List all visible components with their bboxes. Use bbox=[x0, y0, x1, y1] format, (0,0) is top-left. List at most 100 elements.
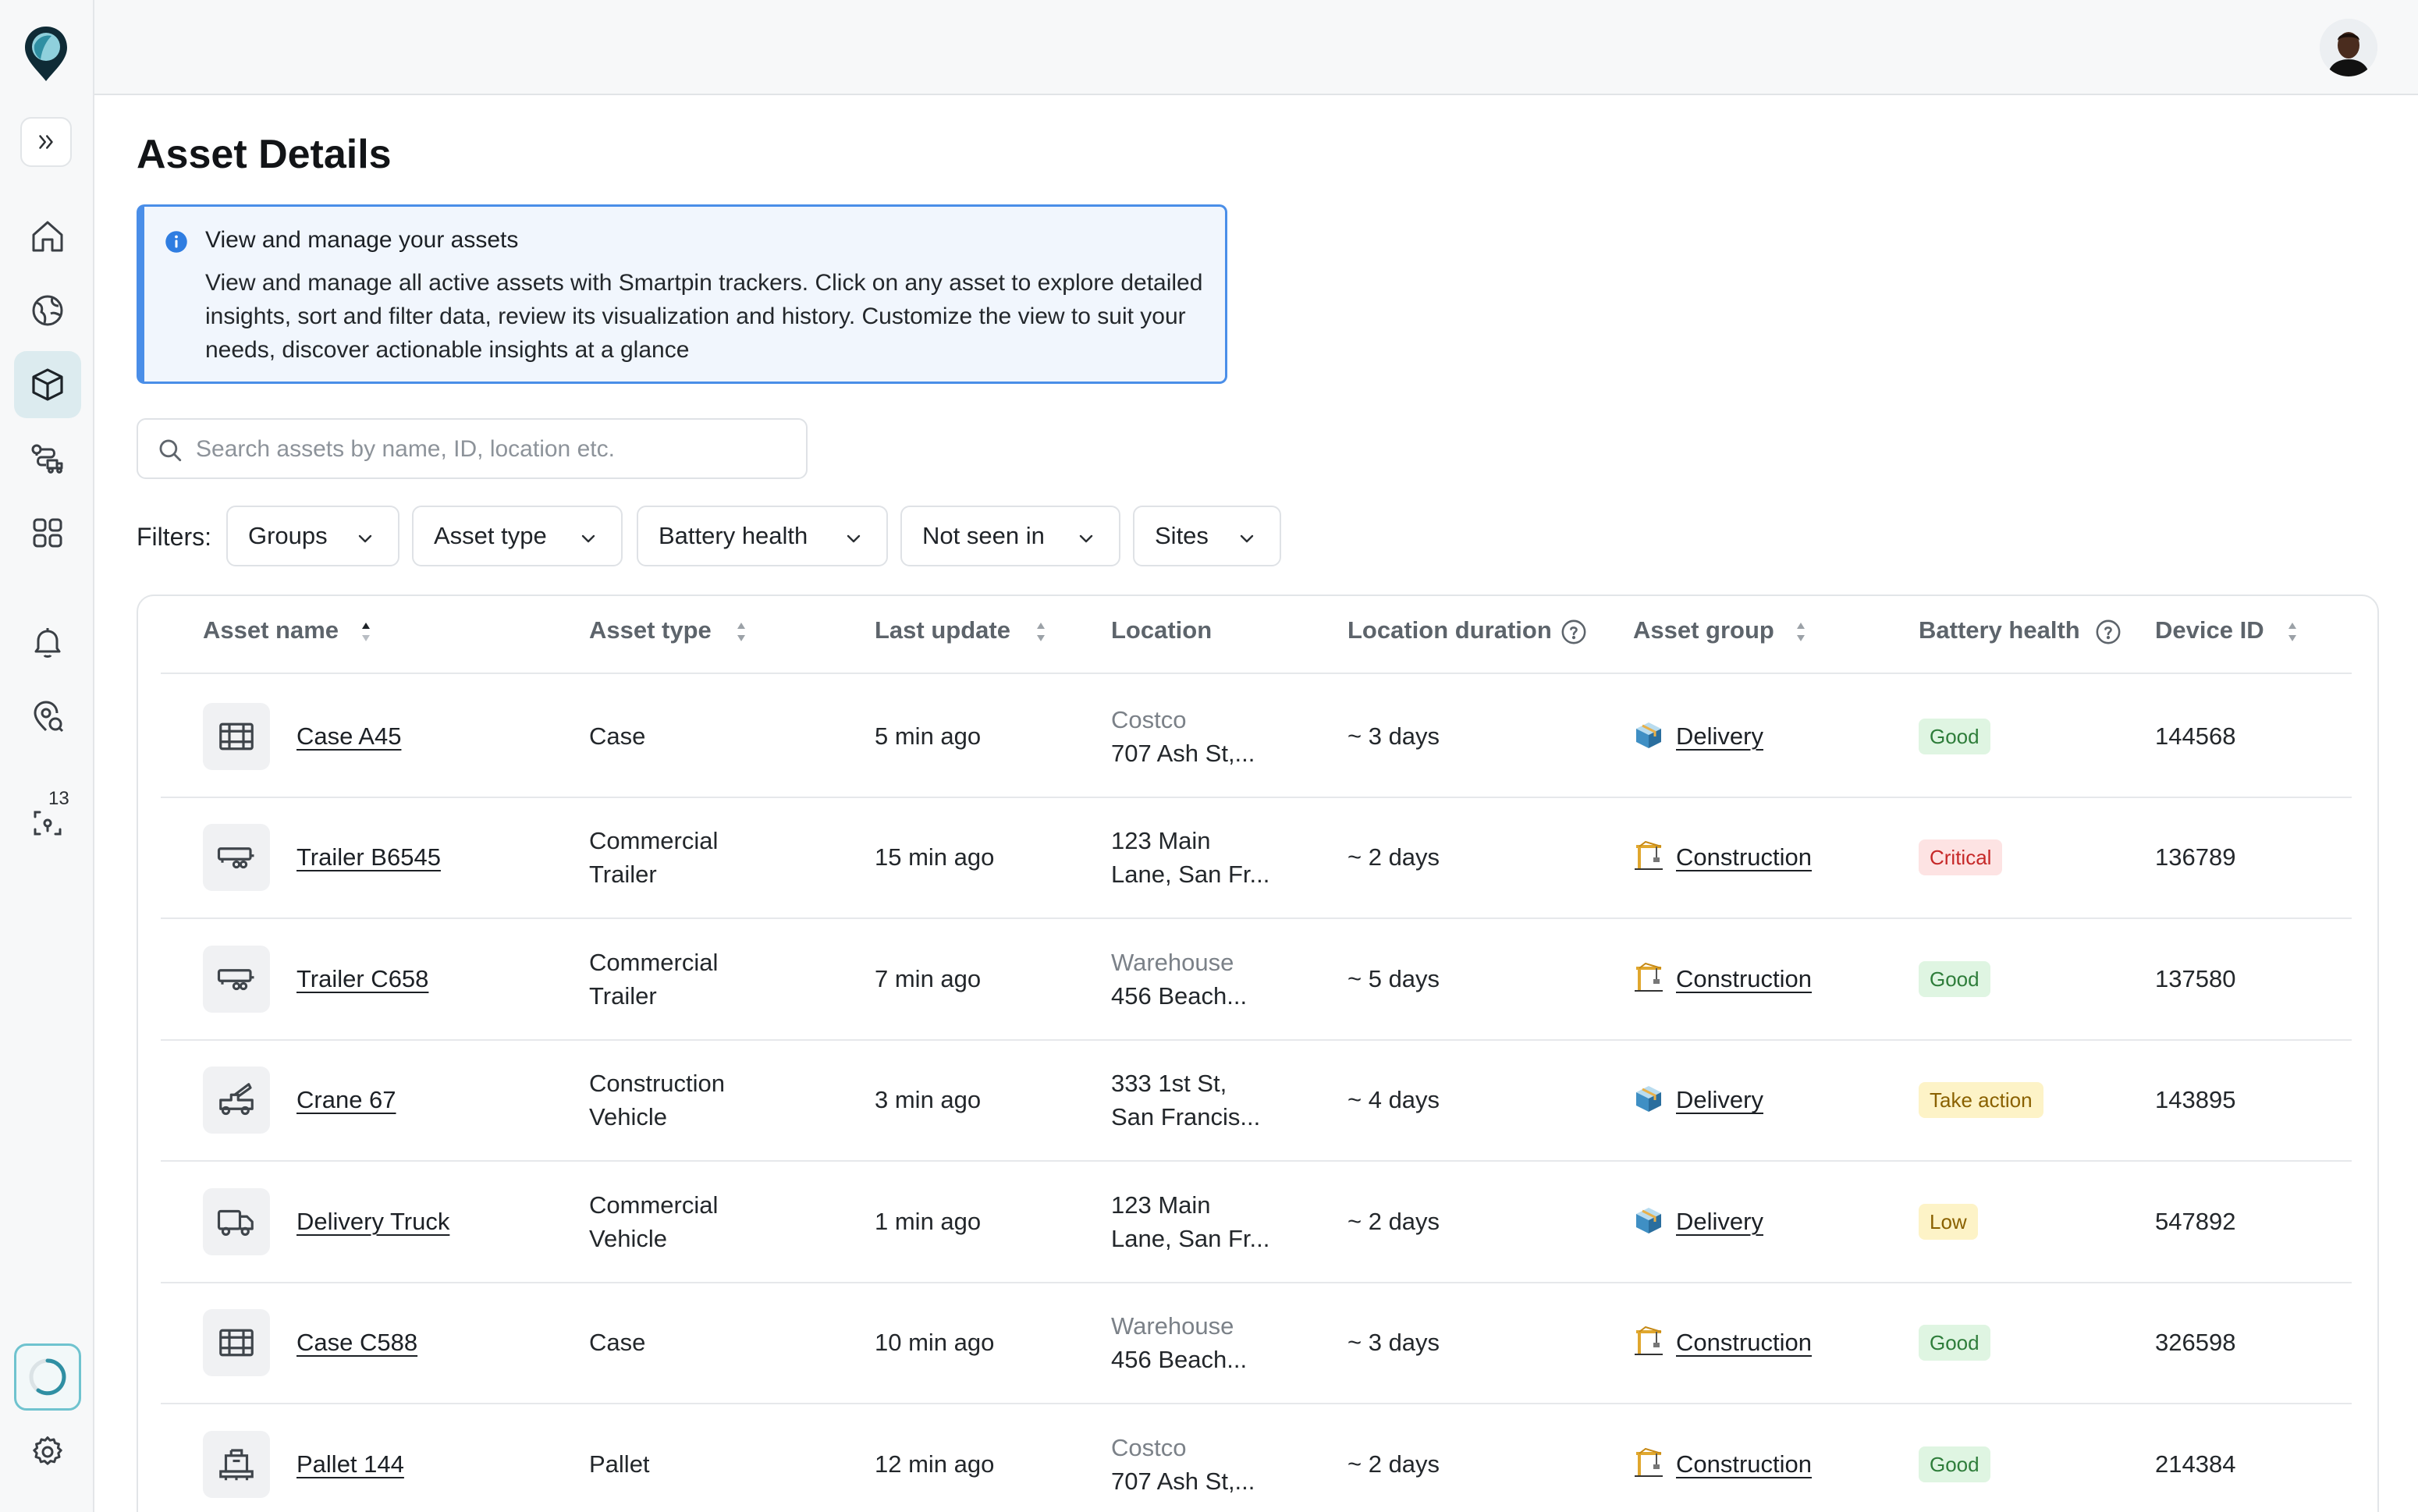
asset-group-link[interactable]: Delivery bbox=[1676, 719, 1763, 753]
column-header-device-id[interactable]: Device ID bbox=[2155, 616, 2264, 644]
search-input[interactable] bbox=[196, 432, 789, 467]
asset-type-line-2: Trailer bbox=[589, 981, 657, 1010]
top-bar bbox=[94, 0, 2418, 95]
nav-assets[interactable] bbox=[14, 351, 81, 418]
nav-location[interactable] bbox=[14, 683, 81, 750]
device-id-cell: 547892 bbox=[2155, 1207, 2236, 1235]
battery-health-badge: Low bbox=[1919, 1203, 1978, 1240]
box-icon bbox=[1633, 1205, 1664, 1236]
device-id-cell: 136789 bbox=[2155, 843, 2236, 871]
asset-type-cell: Case bbox=[589, 1326, 645, 1359]
filter-sites[interactable]: Sites bbox=[1133, 506, 1281, 566]
assets-table bbox=[137, 595, 2379, 1512]
asset-group-link[interactable]: Delivery bbox=[1676, 1083, 1763, 1116]
asset-icon-0 bbox=[203, 702, 270, 770]
last-update-cell: 12 min ago bbox=[875, 1450, 995, 1478]
location-cell: 333 1st St, San Francis... bbox=[1111, 1067, 1260, 1134]
sort-icon[interactable] bbox=[734, 618, 748, 646]
asset-type-line-2: Trailer bbox=[589, 861, 657, 889]
location-line-1: Costco bbox=[1111, 1433, 1187, 1461]
location-cell: Warehouse 456 Beach... bbox=[1111, 946, 1247, 1013]
last-update-cell: 3 min ago bbox=[875, 1086, 982, 1114]
location-line-1: Costco bbox=[1111, 705, 1187, 733]
asset-icon-1 bbox=[203, 824, 270, 892]
trailer-icon bbox=[215, 958, 257, 1000]
asset-type-cell: Commercial Vehicle bbox=[589, 1188, 718, 1255]
filter-not-seen-in[interactable]: Not seen in bbox=[900, 506, 1120, 566]
search-box[interactable] bbox=[137, 418, 808, 479]
asset-name-link[interactable]: Case C588 bbox=[296, 1326, 417, 1359]
asset-name-link[interactable]: Trailer B6545 bbox=[296, 840, 441, 874]
gear-icon bbox=[33, 1436, 62, 1465]
nav-scan[interactable] bbox=[14, 790, 81, 857]
column-header-location-duration[interactable]: Location duration bbox=[1347, 616, 1552, 644]
column-header-asset-group[interactable]: Asset group bbox=[1633, 616, 1774, 644]
case-icon bbox=[215, 715, 257, 758]
location-line-2: Lane, San Fr... bbox=[1111, 861, 1270, 889]
sort-ascending-icon[interactable] bbox=[359, 618, 373, 646]
row-divider bbox=[161, 1160, 2352, 1162]
nav-settings[interactable] bbox=[14, 1418, 81, 1485]
chevron-down-icon bbox=[1240, 534, 1254, 543]
sort-icon[interactable] bbox=[2285, 618, 2299, 646]
asset-name-link[interactable]: Case A45 bbox=[296, 719, 401, 753]
asset-name-link[interactable]: Pallet 144 bbox=[296, 1447, 404, 1481]
column-header-asset-name[interactable]: Asset name bbox=[203, 616, 339, 644]
chevron-down-icon bbox=[847, 534, 861, 543]
location-duration-cell: ~ 2 days bbox=[1347, 1450, 1440, 1478]
asset-group-link[interactable]: Construction bbox=[1676, 840, 1812, 874]
crane-truck-icon bbox=[215, 1079, 257, 1121]
column-header-last-update[interactable]: Last update bbox=[875, 616, 1010, 644]
asset-type-cell: Commercial Trailer bbox=[589, 946, 718, 1013]
location-duration-cell: ~ 5 days bbox=[1347, 964, 1440, 992]
location-cell: Costco 707 Ash St,... bbox=[1111, 1431, 1255, 1498]
asset-name-link[interactable]: Delivery Truck bbox=[296, 1205, 449, 1238]
asset-type-cell: Commercial Trailer bbox=[589, 824, 718, 891]
notification-count: 13 bbox=[48, 788, 69, 809]
asset-type-line-1: Commercial bbox=[589, 948, 719, 976]
location-line-2: 456 Beach... bbox=[1111, 1346, 1248, 1374]
nav-home[interactable] bbox=[14, 203, 81, 270]
asset-group-link[interactable]: Delivery bbox=[1676, 1205, 1763, 1238]
sync-status-button[interactable] bbox=[14, 1343, 81, 1411]
nav-routes[interactable] bbox=[14, 425, 81, 492]
asset-group-link[interactable]: Construction bbox=[1676, 1447, 1812, 1481]
filter-not-seen-in-label: Not seen in bbox=[922, 522, 1045, 549]
nav-apps[interactable] bbox=[14, 499, 81, 566]
asset-name-link[interactable]: Crane 67 bbox=[296, 1083, 396, 1116]
sort-icon[interactable] bbox=[1794, 618, 1808, 646]
asset-type-cell: Pallet bbox=[589, 1447, 650, 1481]
filter-asset-type[interactable]: Asset type bbox=[412, 506, 623, 566]
location-cell: Costco 707 Ash St,... bbox=[1111, 703, 1255, 770]
column-header-location[interactable]: Location bbox=[1111, 616, 1212, 644]
app-logo-icon[interactable] bbox=[23, 25, 69, 83]
column-header-battery-health[interactable]: Battery health bbox=[1919, 616, 2080, 644]
sort-icon[interactable] bbox=[1034, 618, 1048, 646]
help-circle-icon[interactable] bbox=[2095, 619, 2122, 645]
asset-name-link[interactable]: Trailer C658 bbox=[296, 962, 428, 996]
filter-asset-type-label: Asset type bbox=[434, 522, 547, 549]
nav-alerts[interactable] bbox=[14, 609, 81, 676]
asset-icon-6 bbox=[203, 1430, 270, 1498]
filter-groups[interactable]: Groups bbox=[226, 506, 399, 566]
asset-type-cell: Construction Vehicle bbox=[589, 1067, 725, 1134]
expand-sidebar-button[interactable] bbox=[20, 117, 72, 167]
location-duration-cell: ~ 2 days bbox=[1347, 1207, 1440, 1235]
location-cell: Warehouse 456 Beach... bbox=[1111, 1309, 1247, 1376]
filter-battery-health[interactable]: Battery health bbox=[637, 506, 888, 566]
column-header-asset-type[interactable]: Asset type bbox=[589, 616, 712, 644]
last-update-cell: 1 min ago bbox=[875, 1207, 982, 1235]
page-title: Asset Details bbox=[137, 132, 392, 177]
asset-group-link[interactable]: Construction bbox=[1676, 1326, 1812, 1359]
last-update-cell: 15 min ago bbox=[875, 843, 995, 871]
nav-globe[interactable] bbox=[14, 277, 81, 344]
asset-group-link[interactable]: Construction bbox=[1676, 962, 1812, 996]
battery-health-badge: Critical bbox=[1919, 839, 2003, 876]
asset-icon-3 bbox=[203, 1067, 270, 1134]
bell-icon bbox=[34, 628, 61, 658]
last-update-cell: 5 min ago bbox=[875, 722, 982, 750]
grid-icon bbox=[33, 518, 62, 548]
user-avatar[interactable] bbox=[2320, 19, 2377, 76]
cube-icon bbox=[32, 368, 63, 401]
help-circle-icon[interactable] bbox=[1561, 619, 1587, 645]
